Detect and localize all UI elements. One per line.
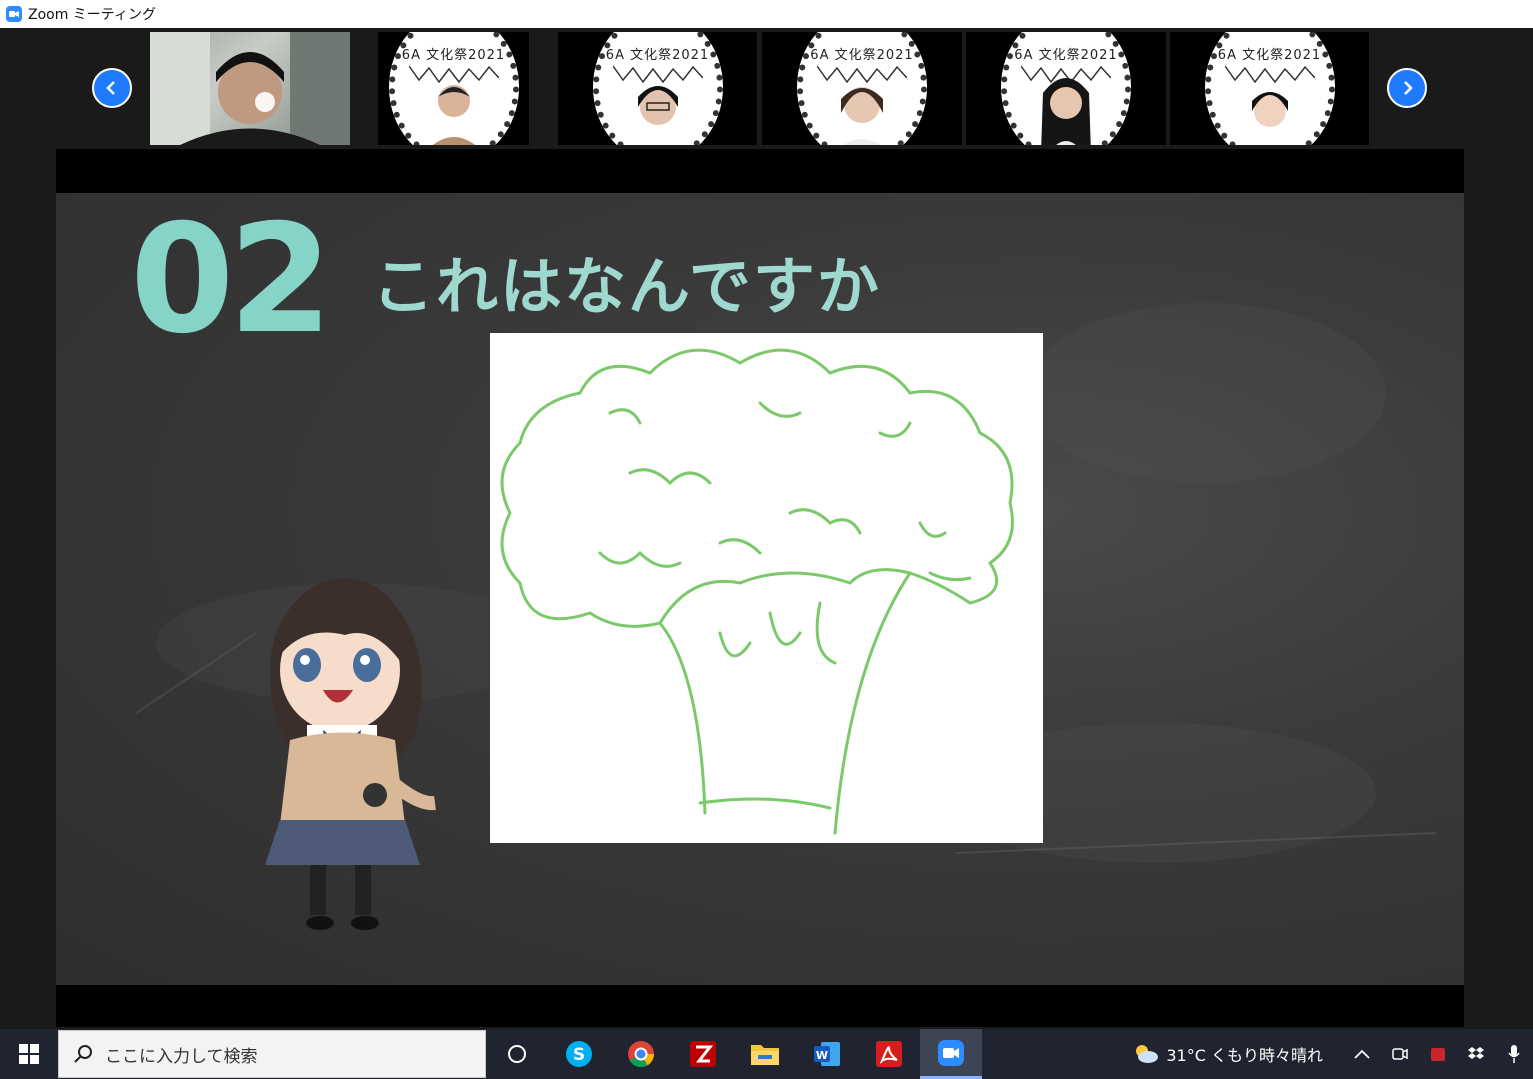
chevron-right-icon bbox=[1404, 81, 1413, 95]
gallery-prev-button[interactable] bbox=[92, 68, 132, 108]
search-icon bbox=[74, 1045, 92, 1063]
participant-video bbox=[1041, 78, 1091, 145]
shield-tray-icon bbox=[1431, 1048, 1445, 1061]
slide-number: 02 bbox=[130, 193, 333, 367]
chevron-left-icon bbox=[106, 81, 115, 95]
weather-text[interactable]: 31°C くもり時々晴れ bbox=[1166, 1042, 1323, 1066]
search-placeholder: ここに入力して検索 bbox=[105, 1046, 258, 1067]
skype-button[interactable]: S bbox=[548, 1029, 610, 1079]
dropbox-icon bbox=[1468, 1047, 1484, 1059]
participant-video bbox=[1251, 92, 1288, 127]
chrome-button[interactable] bbox=[610, 1029, 672, 1079]
microphone-tray-button[interactable] bbox=[1495, 1029, 1533, 1079]
window-title: Zoom ミーティング bbox=[28, 7, 156, 23]
antivirus-tray-button[interactable] bbox=[1419, 1029, 1457, 1079]
file-explorer-icon bbox=[751, 1045, 779, 1065]
show-hidden-icons-button[interactable] bbox=[1343, 1029, 1381, 1079]
meet-now-button[interactable] bbox=[1381, 1029, 1419, 1079]
participant-video-tile[interactable]: 6A 文化祭2021 bbox=[1170, 32, 1369, 145]
svg-text:W: W bbox=[816, 1049, 828, 1062]
gallery-next-button[interactable] bbox=[1387, 68, 1427, 108]
acrobat-icon bbox=[876, 1041, 902, 1067]
character-illustration bbox=[245, 565, 445, 935]
title-bar: Zoom ミーティング bbox=[0, 0, 1533, 28]
word-button[interactable]: W bbox=[796, 1029, 858, 1079]
cortana-icon bbox=[508, 1045, 526, 1063]
participant-video bbox=[432, 85, 475, 145]
participant-video bbox=[637, 86, 678, 125]
cortana-button[interactable] bbox=[486, 1029, 548, 1079]
dropbox-tray-button[interactable] bbox=[1457, 1029, 1495, 1079]
svg-text:S: S bbox=[573, 1045, 585, 1065]
system-tray: 31°C くもり時々晴れ bbox=[1132, 1029, 1533, 1079]
filezilla-icon bbox=[690, 1041, 716, 1067]
chrome-icon bbox=[628, 1041, 655, 1068]
zoom-icon bbox=[938, 1039, 964, 1066]
participant-video-tile[interactable] bbox=[150, 32, 350, 145]
participant-video bbox=[841, 87, 883, 145]
weather-cloudy-sun-icon bbox=[1136, 1045, 1159, 1063]
participant-video-tile[interactable]: 6A 文化祭2021 bbox=[558, 32, 757, 145]
participant-video-tile[interactable]: 6A 文化祭2021 bbox=[762, 32, 962, 145]
microphone-icon bbox=[1508, 1045, 1520, 1063]
sticker-label: 6A 文化祭2021 bbox=[1217, 48, 1322, 63]
sticker-label: 6A 文化祭2021 bbox=[810, 48, 914, 63]
filezilla-button[interactable] bbox=[672, 1029, 734, 1079]
zoom-button[interactable] bbox=[920, 1029, 982, 1079]
quiz-drawing bbox=[490, 333, 1043, 843]
broccoli-drawing bbox=[500, 348, 1014, 835]
sticker-label: 6A 文化祭2021 bbox=[605, 48, 710, 63]
acrobat-button[interactable] bbox=[858, 1029, 920, 1079]
start-button[interactable] bbox=[0, 1029, 58, 1079]
windows-taskbar: ここに入力して検索 S W 31°C くもり時々晴れ bbox=[0, 1029, 1533, 1079]
participant-video-tile[interactable]: 6A 文化祭2021 bbox=[966, 32, 1166, 145]
sticker-label: 6A 文化祭2021 bbox=[401, 48, 506, 63]
slide-heading: これはなんですか bbox=[372, 250, 881, 323]
skype-icon: S bbox=[566, 1041, 592, 1067]
sticker-label: 6A 文化祭2021 bbox=[1014, 48, 1118, 63]
participant-video-tile[interactable]: 6A 文化祭2021 bbox=[378, 32, 529, 145]
taskbar-search-box[interactable]: ここに入力して検索 bbox=[58, 1030, 486, 1078]
zoom-app-icon bbox=[6, 6, 22, 22]
chevron-up-icon bbox=[1354, 1049, 1370, 1059]
word-icon: W bbox=[814, 1042, 840, 1066]
file-explorer-button[interactable] bbox=[734, 1029, 796, 1079]
windows-logo-icon bbox=[19, 1044, 39, 1064]
participant-video bbox=[150, 32, 350, 145]
camera-tray-icon bbox=[1392, 1048, 1408, 1060]
